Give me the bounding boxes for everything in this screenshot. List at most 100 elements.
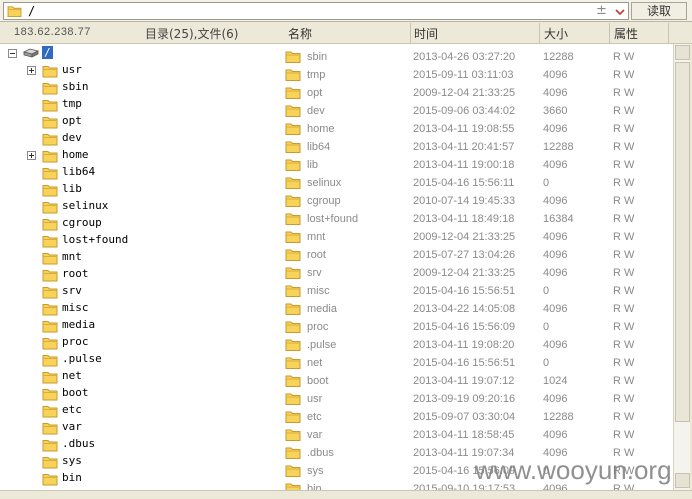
tree-item[interactable]: bin: [0, 471, 180, 488]
file-row[interactable]: boot 2013-04-11 19:07:12 1024 R W: [280, 371, 673, 389]
tree-item-label[interactable]: tmp: [62, 97, 82, 110]
file-row[interactable]: lost+found 2013-04-11 18:49:18 16384 R W: [280, 209, 673, 227]
file-time: 2009-12-04 21:33:25: [413, 231, 516, 243]
expand-icon[interactable]: [27, 151, 36, 160]
column-header-time[interactable]: 时间: [414, 25, 438, 42]
file-row[interactable]: opt 2009-12-04 21:33:25 4096 R W: [280, 83, 673, 101]
column-divider[interactable]: [410, 23, 411, 43]
tree-item-label[interactable]: root: [62, 267, 89, 280]
tree-item[interactable]: usr: [0, 63, 180, 80]
file-row[interactable]: mnt 2009-12-04 21:33:25 4096 R W: [280, 227, 673, 245]
expand-icon[interactable]: [27, 66, 36, 75]
add-bookmark-icon[interactable]: ±: [596, 3, 607, 18]
column-divider[interactable]: [539, 23, 540, 43]
tree-item[interactable]: selinux: [0, 199, 180, 216]
tree-item[interactable]: opt: [0, 114, 180, 131]
tree-item[interactable]: lib64: [0, 165, 180, 182]
file-row[interactable]: lib64 2013-04-11 20:41:57 12288 R W: [280, 137, 673, 155]
tree-item-label[interactable]: lost+found: [62, 233, 128, 246]
column-header-size[interactable]: 大小: [544, 25, 568, 42]
file-row[interactable]: .pulse 2013-04-11 19:08:20 4096 R W: [280, 335, 673, 353]
tree-root-label[interactable]: /: [42, 46, 53, 59]
tree-item[interactable]: etc: [0, 403, 180, 420]
tree-item-label[interactable]: etc: [62, 403, 82, 416]
tree-item-label[interactable]: dev: [62, 131, 82, 144]
file-row[interactable]: proc 2015-04-16 15:56:09 0 R W: [280, 317, 673, 335]
column-divider[interactable]: [609, 23, 610, 43]
path-input[interactable]: / ±: [3, 2, 629, 20]
tree-item-label[interactable]: proc: [62, 335, 89, 348]
tree-item[interactable]: media: [0, 318, 180, 335]
tree-item-label[interactable]: media: [62, 318, 95, 331]
tree-item[interactable]: mnt: [0, 250, 180, 267]
tree-item-label[interactable]: lib: [62, 182, 82, 195]
tree-item[interactable]: net: [0, 369, 180, 386]
vertical-scrollbar[interactable]: [673, 44, 690, 490]
tree-item[interactable]: cgroup: [0, 216, 180, 233]
column-header-attr[interactable]: 属性: [614, 25, 638, 42]
tree-item[interactable]: lost+found: [0, 233, 180, 250]
tree-item[interactable]: boot: [0, 386, 180, 403]
file-row[interactable]: home 2013-04-11 19:08:55 4096 R W: [280, 119, 673, 137]
folder-icon: [285, 195, 301, 207]
file-row[interactable]: cgroup 2010-07-14 19:45:33 4096 R W: [280, 191, 673, 209]
tree-item-label[interactable]: sys: [62, 454, 82, 467]
tree-item[interactable]: home: [0, 148, 180, 165]
file-row[interactable]: srv 2009-12-04 21:33:25 4096 R W: [280, 263, 673, 281]
tree-item[interactable]: var: [0, 420, 180, 437]
tree-item-label[interactable]: cgroup: [62, 216, 102, 229]
tree-item[interactable]: tmp: [0, 97, 180, 114]
scroll-down-button[interactable]: [675, 473, 690, 488]
file-row[interactable]: sbin 2013-04-26 03:27:20 12288 R W: [280, 47, 673, 65]
file-size: 0: [543, 321, 550, 333]
tree-item-label[interactable]: .pulse: [62, 352, 102, 365]
tree-item[interactable]: .dbus: [0, 437, 180, 454]
file-time: 2015-09-07 03:30:04: [413, 411, 516, 423]
file-row[interactable]: dev 2015-09-06 03:44:02 3660 R W: [280, 101, 673, 119]
collapse-icon[interactable]: [8, 49, 17, 58]
tree-item[interactable]: dev: [0, 131, 180, 148]
tree-item-label[interactable]: var: [62, 420, 82, 433]
file-row[interactable]: etc 2015-09-07 03:30:04 12288 R W: [280, 407, 673, 425]
file-row[interactable]: var 2013-04-11 18:58:45 4096 R W: [280, 425, 673, 443]
tree-item[interactable]: sbin: [0, 80, 180, 97]
tree-item-label[interactable]: sbin: [62, 80, 89, 93]
tree-item-label[interactable]: srv: [62, 284, 82, 297]
chevron-down-icon[interactable]: [613, 6, 627, 18]
scroll-up-button[interactable]: [675, 45, 690, 60]
tree-root[interactable]: /: [0, 46, 120, 63]
tree-item[interactable]: root: [0, 267, 180, 284]
tree-item[interactable]: .pulse: [0, 352, 180, 369]
tree-item[interactable]: srv: [0, 284, 180, 301]
tree-item-label[interactable]: home: [62, 148, 89, 161]
file-row[interactable]: root 2015-07-27 13:04:26 4096 R W: [280, 245, 673, 263]
status-header-row: 183.62.238.77 目录(25),文件(6) 名称 时间 大小 属性: [0, 22, 692, 44]
directory-tree: / usr sbin tmp opt dev home lib64 lib selinux cgr…: [0, 44, 280, 490]
file-row[interactable]: usr 2013-09-19 09:20:16 4096 R W: [280, 389, 673, 407]
tree-item-label[interactable]: net: [62, 369, 82, 382]
file-row[interactable]: media 2013-04-22 14:05:08 4096 R W: [280, 299, 673, 317]
tree-item-label[interactable]: lib64: [62, 165, 95, 178]
file-row[interactable]: tmp 2015-09-11 03:11:03 4096 R W: [280, 65, 673, 83]
tree-item-label[interactable]: .dbus: [62, 437, 95, 450]
file-row[interactable]: net 2015-04-16 15:56:51 0 R W: [280, 353, 673, 371]
file-row[interactable]: misc 2015-04-16 15:56:51 0 R W: [280, 281, 673, 299]
tree-item-label[interactable]: usr: [62, 63, 82, 76]
tree-item-label[interactable]: boot: [62, 386, 89, 399]
tree-item-label[interactable]: bin: [62, 471, 82, 484]
tree-item[interactable]: lib: [0, 182, 180, 199]
column-header-name[interactable]: 名称: [288, 25, 312, 42]
read-button[interactable]: 读取: [631, 2, 687, 20]
tree-item-label[interactable]: opt: [62, 114, 82, 127]
tree-item[interactable]: misc: [0, 301, 180, 318]
tree-item-label[interactable]: mnt: [62, 250, 82, 263]
file-row[interactable]: selinux 2015-04-16 15:56:11 0 R W: [280, 173, 673, 191]
scroll-thumb[interactable]: [675, 62, 690, 422]
column-divider[interactable]: [668, 23, 669, 43]
tree-item[interactable]: proc: [0, 335, 180, 352]
file-row[interactable]: lib 2013-04-11 19:00:18 4096 R W: [280, 155, 673, 173]
tree-item-label[interactable]: selinux: [62, 199, 108, 212]
tree-item[interactable]: sys: [0, 454, 180, 471]
tree-item-label[interactable]: misc: [62, 301, 89, 314]
file-size: 16384: [543, 213, 574, 225]
